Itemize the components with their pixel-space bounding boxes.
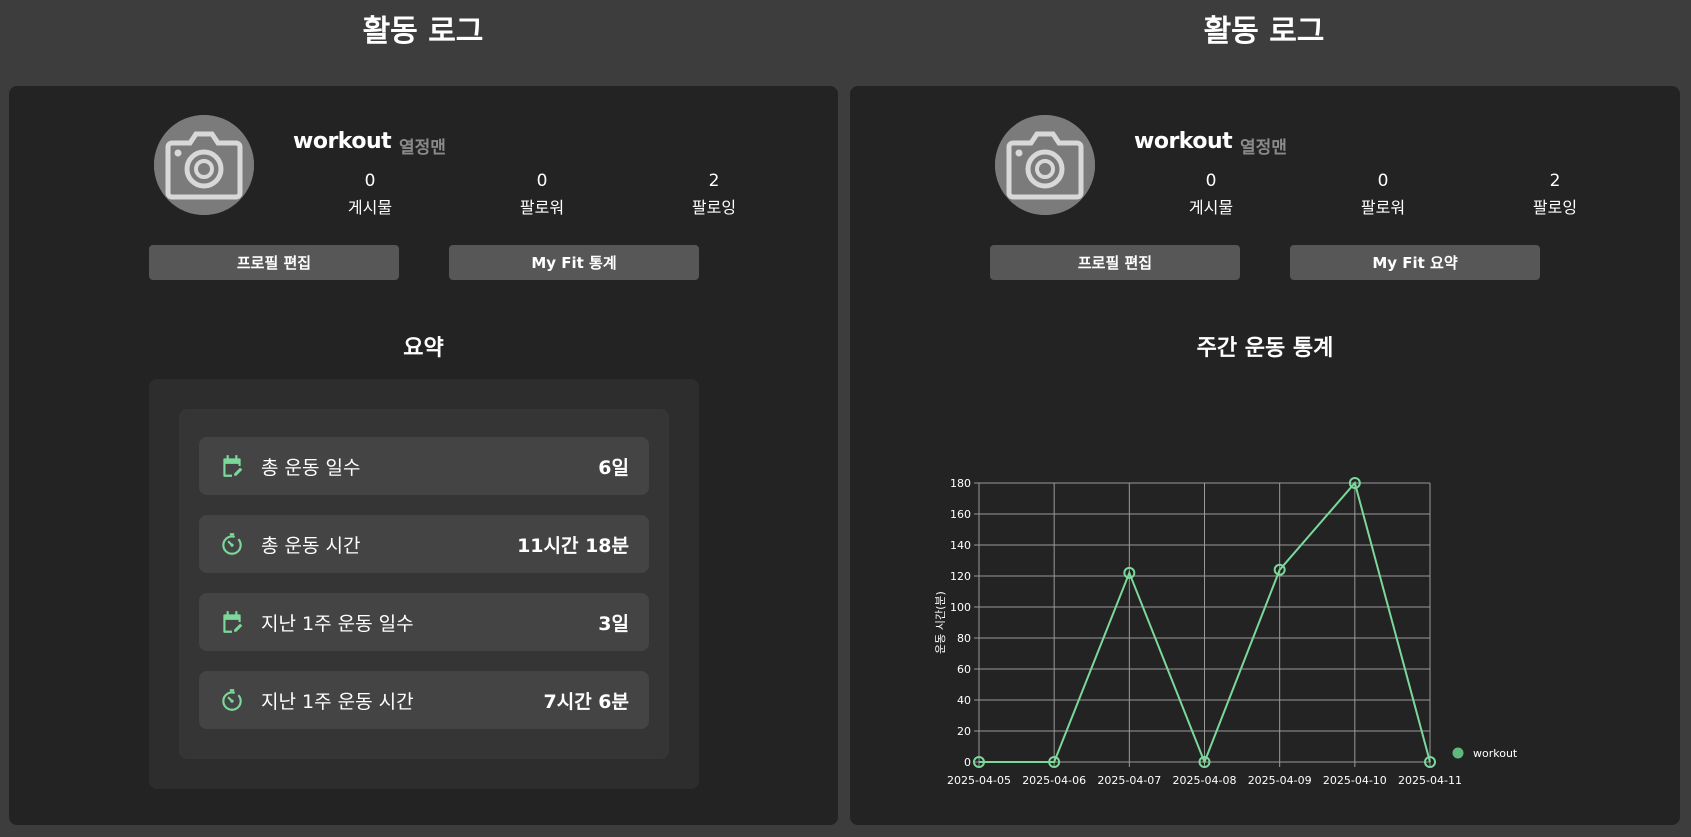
stat-following[interactable]: 2 팔로잉: [1495, 171, 1615, 218]
edit-profile-button[interactable]: 프로필 편집: [990, 245, 1240, 280]
x-tick-label: 2025-04-11: [1398, 774, 1462, 786]
x-tick-label: 2025-04-09: [1248, 774, 1312, 786]
weekly-chart: 0 20 40 60 80 100 120 140 160 180 2025-04-05 2025-0…: [920, 406, 1640, 786]
summary-label: 지난 1주 운동 일수: [261, 613, 414, 635]
activity-panel-chart: workout 열정맨 0 게시물 0 팔로워 2 팔로잉 프로필 편집 My …: [850, 86, 1680, 825]
username: workout: [1134, 129, 1233, 154]
summary-value: 3일: [598, 613, 629, 635]
profile-header: workout 열정맨 0 게시물 0 팔로워 2 팔로잉: [995, 115, 1577, 218]
x-tick-label: 2025-04-07: [1097, 774, 1161, 786]
y-tick-label: 80: [957, 632, 971, 645]
nickname: 열정맨: [399, 138, 446, 158]
stat-followers-label: 팔로워: [519, 198, 565, 217]
username: workout: [293, 129, 392, 154]
stat-posts-count: 0: [364, 171, 376, 191]
y-tick-label: 180: [950, 477, 971, 490]
y-tick-label: 140: [950, 539, 971, 552]
summary-total-days: 총 운동 일수 6일: [199, 437, 649, 495]
camera-icon: [154, 115, 254, 215]
summary-label: 지난 1주 운동 시간: [261, 691, 414, 713]
my-fit-summary-button[interactable]: My Fit 요약: [1290, 245, 1540, 280]
summary-value: 11시간 18분: [517, 535, 629, 557]
stat-posts-count: 0: [1205, 171, 1217, 191]
section-title: 요약: [403, 336, 444, 361]
summary-label: 총 운동 일수: [261, 457, 361, 479]
x-tick-label: 2025-04-08: [1173, 774, 1237, 786]
stat-following-label: 팔로잉: [1532, 198, 1578, 217]
stat-following-label: 팔로잉: [691, 198, 737, 217]
y-tick-label: 160: [950, 508, 971, 521]
stat-followers-count: 0: [536, 171, 548, 191]
activity-panel-summary: workout 열정맨 0 게시물 0 팔로워 2 팔로잉 프로필 편집 My …: [9, 86, 838, 825]
calendar-edit-icon: [219, 609, 245, 635]
summary-week-time: 지난 1주 운동 시간 7시간 6분: [199, 671, 649, 729]
summary-value: 7시간 6분: [543, 691, 630, 713]
y-tick-label: 100: [950, 601, 971, 614]
legend-label: workout: [1473, 747, 1518, 760]
summary-list: 총 운동 일수 6일 총 운동 시간 11시간 18분 지난 1주 운동 일수 …: [179, 409, 669, 759]
calendar-edit-icon: [219, 453, 245, 479]
x-tick-label: 2025-04-05: [947, 774, 1011, 786]
timer-icon: [219, 531, 245, 557]
summary-card: 총 운동 일수 6일 총 운동 시간 11시간 18분 지난 1주 운동 일수 …: [149, 379, 699, 789]
camera-icon: [995, 115, 1095, 215]
y-tick-label: 120: [950, 570, 971, 583]
y-tick-label: 60: [957, 663, 971, 676]
y-tick-label: 20: [957, 725, 971, 738]
timer-icon: [219, 687, 245, 713]
avatar[interactable]: [995, 115, 1095, 215]
stat-following-count: 2: [1549, 171, 1561, 191]
section-title: 주간 운동 통계: [1196, 336, 1334, 361]
stat-followers-label: 팔로워: [1360, 198, 1406, 217]
nickname: 열정맨: [1240, 138, 1287, 158]
summary-week-days: 지난 1주 운동 일수 3일: [199, 593, 649, 651]
stat-posts[interactable]: 0 게시물: [1151, 171, 1271, 218]
summary-total-time: 총 운동 시간 11시간 18분: [199, 515, 649, 573]
page-title: 활동 로그: [362, 14, 484, 49]
stat-followers[interactable]: 0 팔로워: [482, 171, 602, 218]
stat-followers-count: 0: [1377, 171, 1389, 191]
x-tick-label: 2025-04-06: [1022, 774, 1086, 786]
my-fit-stats-button[interactable]: My Fit 통계: [449, 245, 699, 280]
y-tick-label: 40: [957, 694, 971, 707]
edit-profile-button[interactable]: 프로필 편집: [149, 245, 399, 280]
summary-value: 6일: [598, 457, 629, 479]
summary-label: 총 운동 시간: [261, 535, 361, 557]
y-tick-label: 0: [964, 756, 971, 769]
stat-posts[interactable]: 0 게시물: [310, 171, 430, 218]
x-tick-label: 2025-04-10: [1323, 774, 1387, 786]
profile-header: workout 열정맨 0 게시물 0 팔로워 2 팔로잉: [154, 115, 736, 218]
avatar[interactable]: [154, 115, 254, 215]
stat-following[interactable]: 2 팔로잉: [654, 171, 774, 218]
stat-following-count: 2: [708, 171, 720, 191]
stat-posts-label: 게시물: [347, 198, 393, 217]
legend-marker: [1452, 747, 1464, 759]
page-title: 활동 로그: [1203, 14, 1325, 49]
y-axis-label: 운동 시간(분): [934, 591, 947, 654]
stat-followers[interactable]: 0 팔로워: [1323, 171, 1443, 218]
stat-posts-label: 게시물: [1188, 198, 1234, 217]
line-chart: 0 20 40 60 80 100 120 140 160 180 2025-04-05 2025-0…: [934, 477, 1518, 786]
